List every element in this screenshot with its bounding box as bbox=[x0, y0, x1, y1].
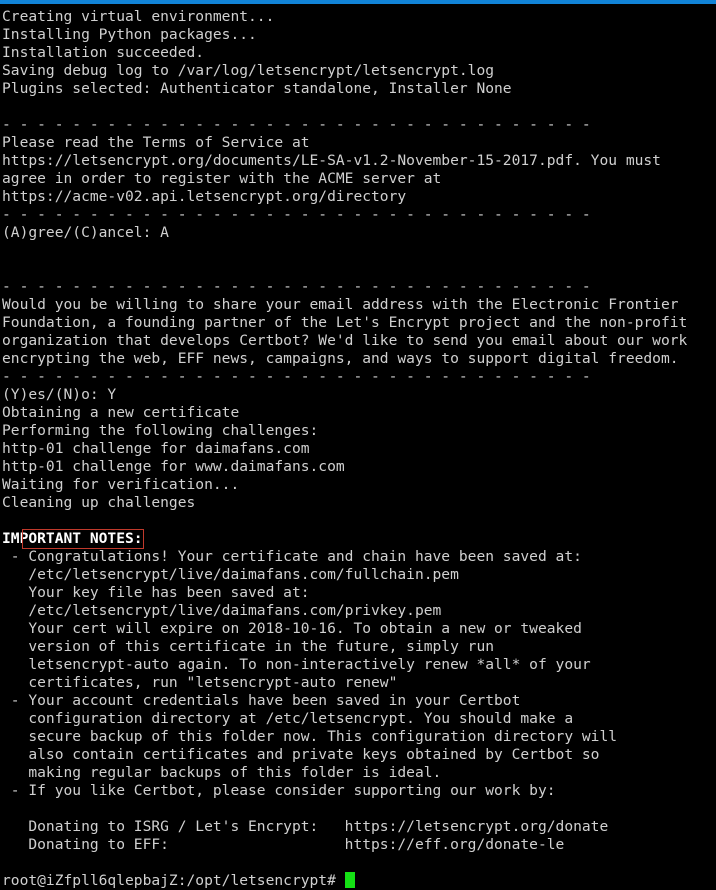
terminal-line: configuration directory at /etc/letsencr… bbox=[2, 710, 574, 727]
terminal-line: agree in order to register with the ACME… bbox=[2, 170, 442, 187]
terminal-line: Foundation, a founding partner of the Le… bbox=[2, 314, 688, 331]
terminal-line: Donating to EFF: https://eff.org/donate-… bbox=[2, 836, 565, 853]
terminal-line: Saving debug log to /var/log/letsencrypt… bbox=[2, 62, 495, 79]
terminal-line: Would you be willing to share your email… bbox=[2, 296, 679, 313]
terminal-line: - - - - - - - - - - - - - - - - - - - - … bbox=[2, 206, 591, 223]
terminal-line: version of this certificate in the futur… bbox=[2, 638, 495, 655]
terminal-line: - - - - - - - - - - - - - - - - - - - - … bbox=[2, 368, 591, 385]
terminal-line: Plugins selected: Authenticator standalo… bbox=[2, 80, 512, 97]
terminal-line: certificates, run "letsencrypt-auto rene… bbox=[2, 674, 398, 691]
terminal-line: http-01 challenge for daimafans.com bbox=[2, 440, 310, 457]
terminal-line: Please read the Terms of Service at bbox=[2, 134, 310, 151]
terminal-line: Obtaining a new certificate bbox=[2, 404, 240, 421]
terminal-line: - Your account credentials have been sav… bbox=[2, 692, 521, 709]
terminal-line: Your key file has been saved at: bbox=[2, 584, 310, 601]
terminal-line: https://acme-v02.api.letsencrypt.org/dir… bbox=[2, 188, 407, 205]
terminal-line: Creating virtual environment... bbox=[2, 8, 275, 25]
terminal-line: /etc/letsencrypt/live/daimafans.com/priv… bbox=[2, 602, 442, 619]
terminal-line: making regular backups of this folder is… bbox=[2, 764, 442, 781]
terminal-line: also contain certificates and private ke… bbox=[2, 746, 600, 763]
terminal-line: - Congratulations! Your certificate and … bbox=[2, 548, 582, 565]
terminal-line: (A)gree/(C)ancel: A bbox=[2, 224, 169, 241]
terminal-line: IMPORTANT NOTES: bbox=[2, 530, 143, 547]
terminal-line: /etc/letsencrypt/live/daimafans.com/full… bbox=[2, 566, 459, 583]
terminal-line: Cleaning up challenges bbox=[2, 494, 196, 511]
terminal-line: - - - - - - - - - - - - - - - - - - - - … bbox=[2, 116, 591, 133]
text-cursor bbox=[344, 872, 355, 888]
terminal-line: Performing the following challenges: bbox=[2, 422, 319, 439]
terminal-line: Installing Python packages... bbox=[2, 26, 257, 43]
terminal-output-area[interactable]: Creating virtual environment... Installin… bbox=[0, 4, 716, 889]
terminal-line: secure backup of this folder now. This c… bbox=[2, 728, 618, 745]
terminal-line: - - - - - - - - - - - - - - - - - - - - … bbox=[2, 278, 591, 295]
terminal-window: Creating virtual environment... Installin… bbox=[0, 0, 716, 889]
terminal-line: Waiting for verification... bbox=[2, 476, 240, 493]
shell-prompt-text: root@iZfpll6qlepbajZ:/opt/letsencrypt# bbox=[2, 872, 345, 889]
shell-prompt-line[interactable]: root@iZfpll6qlepbajZ:/opt/letsencrypt# bbox=[2, 872, 716, 890]
terminal-line: http-01 challenge for www.daimafans.com bbox=[2, 458, 345, 475]
terminal-line: https://letsencrypt.org/documents/LE-SA-… bbox=[2, 152, 661, 169]
terminal-line: Your cert will expire on 2018-10-16. To … bbox=[2, 620, 582, 637]
terminal-line: organization that develops Certbot? We'd… bbox=[2, 332, 688, 349]
terminal-line: Donating to ISRG / Let's Encrypt: https:… bbox=[2, 818, 609, 835]
terminal-line: encrypting the web, EFF news, campaigns,… bbox=[2, 350, 679, 367]
terminal-lines: Creating virtual environment... Installin… bbox=[2, 8, 716, 872]
terminal-line: - If you like Certbot, please consider s… bbox=[2, 782, 556, 799]
terminal-line: (Y)es/(N)o: Y bbox=[2, 386, 117, 403]
terminal-line: Installation succeeded. bbox=[2, 44, 205, 61]
terminal-line: letsencrypt-auto again. To non-interacti… bbox=[2, 656, 591, 673]
